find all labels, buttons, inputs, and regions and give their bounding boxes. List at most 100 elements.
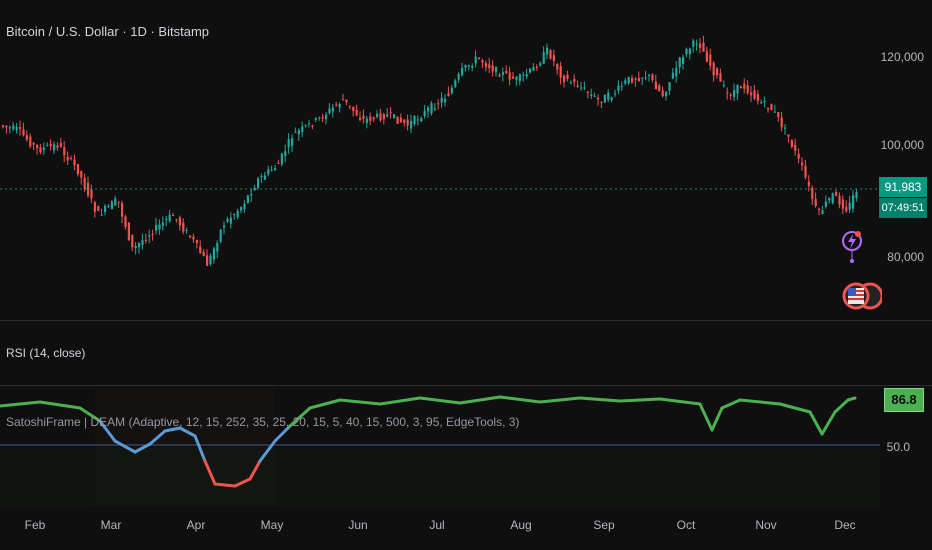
osc-line-segment: [38, 400, 82, 410]
month-label: Feb: [24, 518, 46, 532]
osc-shade: [0, 448, 880, 506]
osc-line-segment: [308, 398, 342, 410]
candle-body: [287, 139, 290, 148]
candle-body: [484, 63, 487, 67]
candle-body: [491, 65, 494, 72]
candle-body: [627, 76, 630, 84]
osc-line-segment: [833, 398, 850, 414]
candle-body: [345, 99, 348, 103]
candle-body: [420, 117, 423, 122]
candle-body: [450, 87, 453, 94]
candle-body: [257, 178, 260, 189]
candle-body: [835, 191, 838, 196]
candle-body: [246, 195, 249, 203]
candle-body: [688, 48, 691, 55]
candle-body: [90, 189, 93, 199]
candle-body: [100, 214, 103, 216]
candle-body: [433, 108, 436, 110]
candle-body: [624, 80, 627, 84]
candle-body: [93, 202, 96, 212]
candle-body: [226, 219, 229, 222]
candle-body: [70, 157, 73, 159]
candle-body: [22, 129, 25, 136]
candle-body: [369, 116, 372, 121]
candle-body: [410, 120, 413, 129]
candle-body: [321, 117, 324, 119]
candle-body: [648, 74, 651, 76]
price-chart[interactable]: [0, 0, 932, 320]
candle-body: [753, 90, 756, 99]
candle-body: [284, 151, 287, 157]
candle-body: [325, 114, 328, 120]
candle-body: [739, 86, 742, 89]
candle-body: [148, 235, 151, 237]
candle-body: [563, 75, 566, 83]
candle-body: [185, 229, 188, 231]
candle-body: [348, 105, 351, 107]
candle-body: [767, 107, 770, 110]
candle-body: [2, 125, 5, 127]
candle-body: [12, 125, 15, 130]
oscillator-chart[interactable]: [0, 386, 932, 506]
candle-body: [403, 119, 406, 124]
candle-body: [529, 68, 532, 73]
candle-body: [172, 215, 175, 217]
candle-body: [845, 206, 848, 212]
candle-body: [821, 210, 824, 214]
candle-body: [695, 43, 698, 45]
chart-title: Bitcoin / U.S. Dollar · 1D · Bitstamp: [6, 24, 209, 39]
candle-body: [855, 192, 858, 199]
candle-body: [831, 193, 834, 204]
candle-body: [712, 62, 715, 76]
osc-line-segment: [0, 400, 42, 408]
candle-body: [267, 169, 270, 175]
candle-body: [393, 114, 396, 118]
month-label: Jun: [348, 518, 368, 532]
candle-body: [614, 93, 617, 95]
rsi-pane[interactable]: RSI (14, close): [0, 321, 932, 385]
month-label: Mar: [100, 518, 122, 532]
candle-body: [308, 123, 311, 125]
candle-body: [49, 143, 52, 147]
candle-body: [447, 93, 450, 96]
oscillator-pane[interactable]: SatoshiFrame | DEAM (Adaptive, 12, 15, 2…: [0, 386, 932, 506]
candle-body: [522, 74, 525, 76]
us-flag-icon[interactable]: [842, 278, 884, 319]
lightning-icon[interactable]: [841, 229, 865, 270]
candle-body: [726, 92, 729, 94]
candle-body: [824, 201, 827, 207]
candle-body: [848, 202, 851, 210]
candle-body: [841, 199, 844, 209]
candle-body: [559, 66, 562, 78]
candle-body: [240, 207, 243, 211]
candle-body: [29, 136, 32, 147]
candle-body: [750, 92, 753, 96]
candle-body: [335, 104, 338, 106]
candle-body: [576, 85, 579, 87]
candle-body: [372, 117, 375, 119]
oscillator-label[interactable]: SatoshiFrame | DEAM (Adaptive, 12, 15, 2…: [6, 415, 519, 429]
countdown-badge: 07:49:51: [879, 198, 927, 218]
candle-body: [56, 145, 59, 148]
price-axis-label: 120,000: [880, 50, 924, 64]
price-axis-label: 80,000: [887, 250, 924, 264]
candle-body: [141, 240, 144, 245]
candle-body: [790, 140, 793, 147]
month-label: Jul: [429, 518, 445, 532]
candle-body: [63, 147, 66, 156]
candle-body: [682, 57, 685, 64]
osc-line-segment: [418, 396, 462, 405]
candle-body: [675, 67, 678, 77]
candle-body: [770, 104, 773, 110]
candle-body: [535, 66, 538, 68]
price-pane[interactable]: Bitcoin / U.S. Dollar · 1D · Bitstamp 12…: [0, 0, 932, 320]
candle-body: [301, 126, 304, 133]
candle-body: [722, 85, 725, 87]
month-label: Apr: [186, 518, 206, 532]
candle-body: [19, 127, 22, 129]
candle-body: [518, 74, 521, 81]
candle-body: [83, 177, 86, 189]
candle-body: [359, 117, 362, 120]
rsi-label[interactable]: RSI (14, close): [6, 346, 85, 360]
time-axis[interactable]: Feb Mar Apr May Jun Jul Aug Sep Oct Nov …: [0, 506, 932, 550]
